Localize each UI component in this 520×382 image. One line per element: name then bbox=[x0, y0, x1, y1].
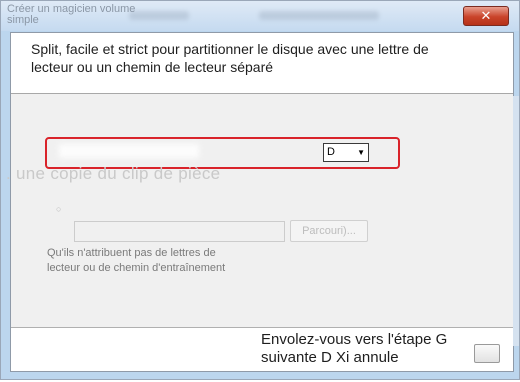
window-title: Créer un magicien volume simple bbox=[7, 3, 136, 26]
close-button[interactable]: ✕ bbox=[463, 6, 509, 26]
close-icon: ✕ bbox=[480, 8, 492, 23]
mount-path-input[interactable] bbox=[74, 221, 285, 242]
drive-letter-dropdown[interactable]: D ▼ bbox=[323, 143, 369, 162]
window-right-edge bbox=[513, 96, 519, 346]
wizard-window: Créer un magicien volume simple ✕ Split,… bbox=[0, 0, 520, 380]
wizard-header-description: Split, facile et strict pour partitionne… bbox=[31, 41, 429, 75]
blurred-title-segment bbox=[129, 11, 189, 20]
wizard-content: D ▼ ○ Parcouri)... Qu'ils n'attribuent p… bbox=[11, 94, 513, 327]
chevron-down-icon: ▼ bbox=[357, 148, 365, 157]
title-bar[interactable]: Créer un magicien volume simple ✕ bbox=[1, 1, 519, 31]
no-drive-letter-option[interactable]: Qu'ils n'attribuent pas de lettres de le… bbox=[47, 246, 247, 276]
browse-button[interactable]: Parcouri)... bbox=[290, 220, 368, 242]
radio-icon: ○ bbox=[56, 204, 62, 214]
drive-letter-value: D bbox=[327, 146, 335, 158]
blurred-title-segment bbox=[259, 11, 379, 20]
next-button[interactable] bbox=[474, 344, 500, 363]
footer-divider bbox=[11, 327, 513, 328]
wizard-client-area: Split, facile et strict pour partitionne… bbox=[10, 32, 514, 372]
mount-folder-radio[interactable]: ○ bbox=[56, 202, 70, 216]
blurred-option-label bbox=[59, 144, 199, 158]
footer-caption: Envolez-vous vers l'étape G suivante D X… bbox=[261, 331, 448, 366]
overlay-caption: . une copie du clip de pièce bbox=[6, 164, 221, 183]
